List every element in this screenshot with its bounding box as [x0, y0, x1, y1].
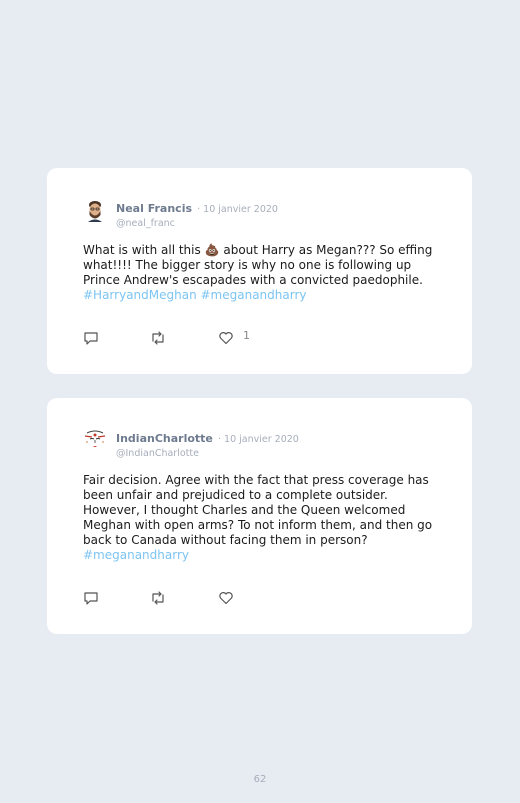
tweet-text-part: Fair decision. Agree with the fact that …	[83, 473, 433, 547]
like-count: 1	[243, 329, 250, 342]
hashtags[interactable]: #HarryandMeghan #meganandharry	[83, 288, 307, 302]
tweet-date: · 10 janvier 2020	[217, 434, 299, 445]
hashtags[interactable]: #meganandharry	[83, 548, 189, 562]
tweet-meta: Neal Francis · 10 janvier 2020 @neal_fra…	[116, 197, 278, 229]
author-name[interactable]: Neal Francis	[116, 202, 192, 215]
reply-icon[interactable]	[83, 330, 99, 346]
avatar[interactable]	[83, 198, 107, 222]
tweet-card: IndianCharlotte · 10 janvier 2020 @India…	[47, 398, 472, 634]
avatar[interactable]	[83, 428, 107, 452]
tweet-meta: IndianCharlotte · 10 janvier 2020 @India…	[116, 427, 299, 459]
tweet-card: Neal Francis · 10 janvier 2020 @neal_fra…	[47, 168, 472, 374]
reply-icon[interactable]	[83, 590, 99, 606]
author-name[interactable]: IndianCharlotte	[116, 432, 213, 445]
author-handle[interactable]: @IndianCharlotte	[116, 448, 299, 459]
like-icon[interactable]	[218, 590, 234, 606]
tweet-text-part: What is with all this	[83, 243, 205, 257]
poop-emoji-icon: 💩	[204, 243, 220, 257]
tweet-text: What is with all this 💩 about Harry as M…	[83, 243, 433, 303]
retweet-icon[interactable]	[150, 330, 166, 346]
page-number: 62	[253, 774, 267, 785]
like-icon[interactable]	[218, 330, 234, 346]
tweet-text: Fair decision. Agree with the fact that …	[83, 473, 433, 563]
tweet-date: · 10 janvier 2020	[197, 204, 278, 215]
author-handle[interactable]: @neal_franc	[116, 218, 278, 229]
retweet-icon[interactable]	[150, 590, 166, 606]
